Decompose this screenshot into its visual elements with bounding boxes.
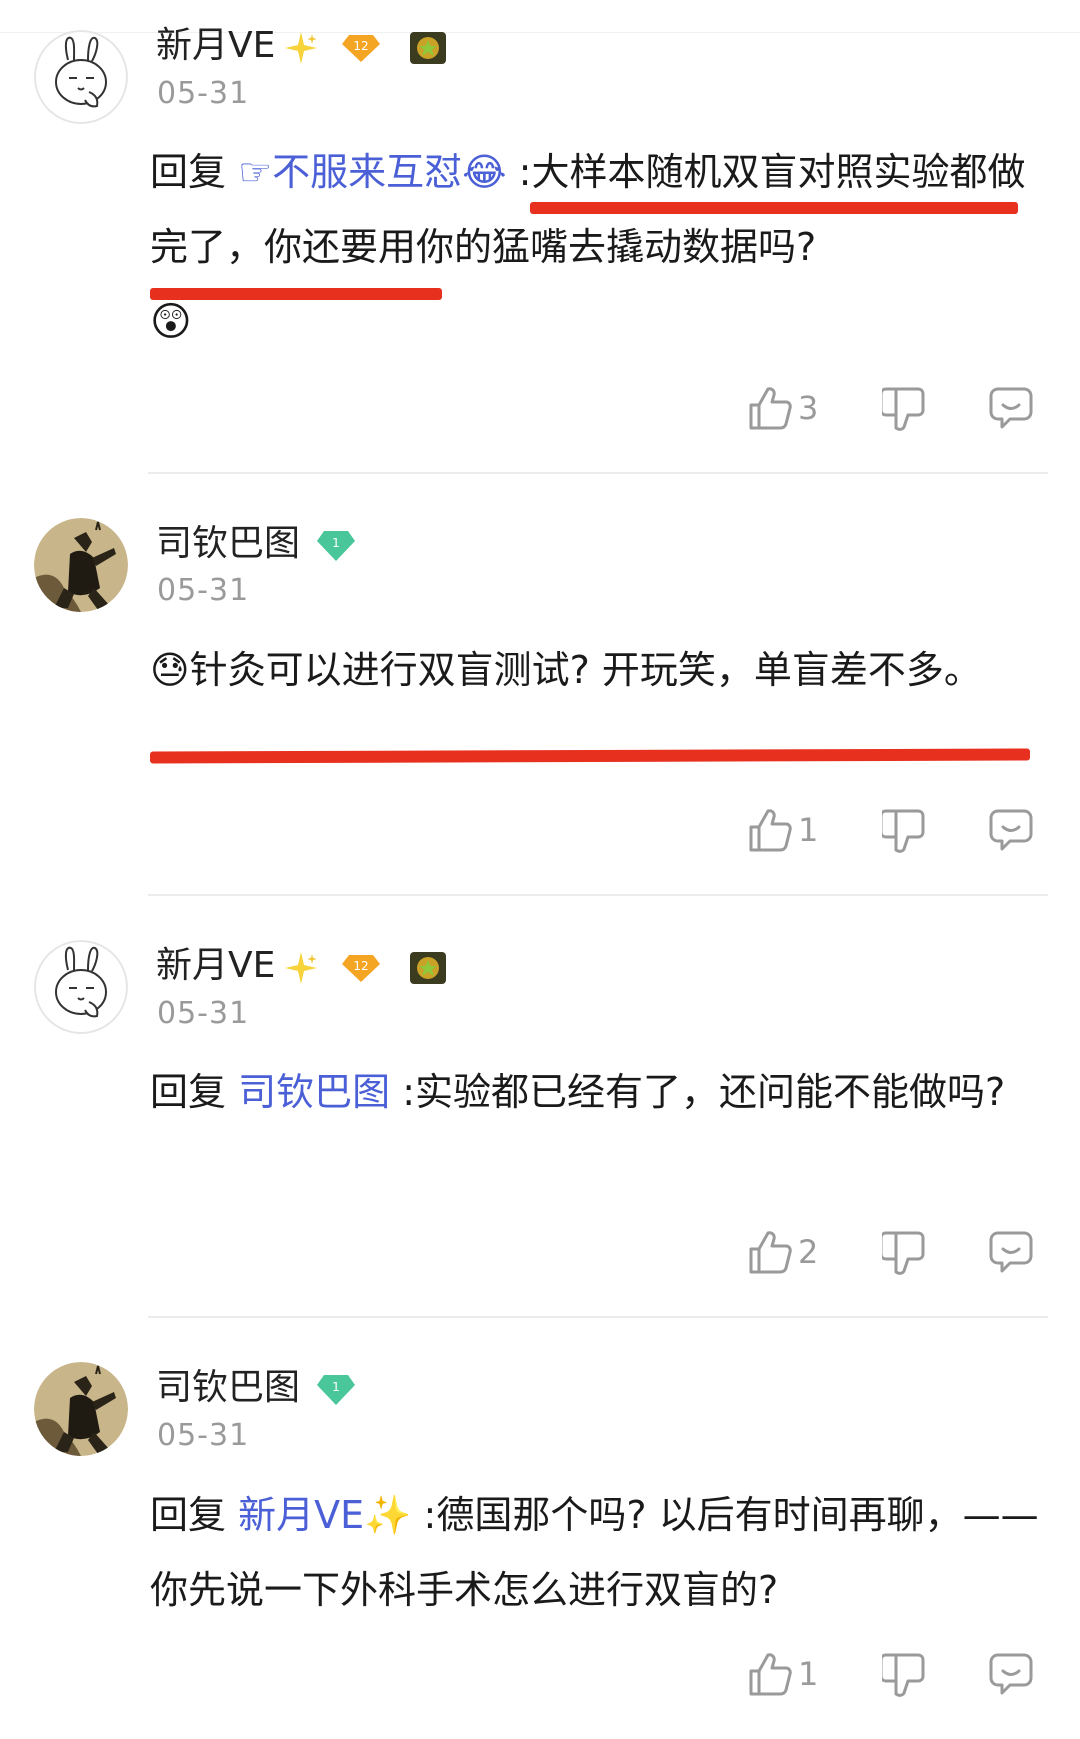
laughing-emoji: 😂: [462, 150, 507, 194]
red-underline: [150, 288, 442, 300]
green-gem-icon: 1: [317, 531, 356, 561]
comment-date: 05-31: [157, 1418, 250, 1453]
like-button[interactable]: 1: [748, 1644, 818, 1704]
mention-link[interactable]: ☞不服来互怼😂: [238, 150, 506, 194]
comment-date: 05-31: [157, 573, 250, 608]
like-button[interactable]: 3: [748, 378, 818, 438]
like-count: 1: [798, 811, 819, 849]
like-button[interactable]: 1: [748, 800, 818, 860]
comment-text: 回复 新月VE✨ :德国那个吗? 以后有时间再聊，——你先说一下外科手术怎么进行…: [150, 1493, 1039, 1612]
comment-text: 回复 ☞不服来互怼😂 :大样本随机双盲对照实验都做完了，你还要用你的猛嘴去撬动数…: [150, 150, 1026, 345]
svg-text:12: 12: [353, 959, 368, 973]
avatar[interactable]: [34, 518, 128, 612]
username[interactable]: 司钦巴图 1: [156, 522, 356, 567]
thumbs-down-icon: [882, 809, 925, 853]
like-button[interactable]: 2: [748, 1222, 818, 1282]
dislike-button[interactable]: [882, 1644, 926, 1704]
svg-text:1: 1: [332, 536, 340, 550]
comment-date: 05-31: [157, 76, 250, 111]
dislike-button[interactable]: [882, 1222, 926, 1282]
avatar[interactable]: [34, 1362, 128, 1456]
comment-divider: [148, 1316, 1048, 1318]
thumbs-up-icon: [749, 1653, 792, 1696]
comment-bubble-icon: [989, 1231, 1033, 1273]
comment-bubble-icon: [989, 809, 1033, 851]
username[interactable]: 司钦巴图 1: [156, 1366, 356, 1411]
comment-text: 回复 司钦巴图 :实验都已经有了，还问能不能做吗?: [150, 1070, 1006, 1114]
thumbs-down-icon: [882, 1653, 925, 1697]
red-underline: [530, 202, 1018, 214]
reply-button[interactable]: [988, 1644, 1034, 1704]
like-count: 3: [798, 389, 819, 427]
level-diamond-icon: 12: [341, 35, 380, 62]
rabbit-avatar-icon: [34, 940, 128, 1034]
thumbs-up-icon: [749, 1231, 792, 1274]
comment-bubble-icon: [989, 387, 1033, 429]
warrior-avatar-icon: [34, 1362, 128, 1456]
reply-button[interactable]: [988, 378, 1034, 438]
comment-date: 05-31: [157, 996, 250, 1031]
green-gem-icon: 1: [317, 1375, 356, 1405]
reply-button[interactable]: [988, 1222, 1034, 1282]
like-count: 2: [798, 1233, 819, 1271]
dislike-button[interactable]: [882, 378, 926, 438]
sweat-emoji: 😓: [150, 648, 190, 692]
red-underline: [149, 748, 1031, 764]
sparkle-icon: [285, 952, 318, 984]
avatar[interactable]: [34, 30, 128, 124]
svg-text:1: 1: [332, 1380, 340, 1394]
comment-text: 😓针灸可以进行双盲测试? 开玩笑，单盲差不多。: [150, 648, 982, 692]
username[interactable]: 新月VE 12: [156, 24, 448, 69]
comment-actions: 2: [0, 1222, 1080, 1282]
mention-link[interactable]: 新月VE✨: [238, 1493, 411, 1537]
thumbs-down-icon: [882, 1231, 925, 1275]
comment-actions: 3: [0, 378, 1080, 438]
comment-divider: [148, 472, 1048, 474]
mention-link[interactable]: 司钦巴图: [238, 1070, 390, 1114]
thumbs-up-icon: [749, 387, 792, 430]
medal-icon: [410, 952, 447, 984]
sparkle-emoji: ✨: [364, 1493, 412, 1537]
comment-actions: 1: [0, 800, 1080, 860]
rabbit-avatar-icon: [34, 30, 128, 124]
warrior-avatar-icon: [34, 518, 128, 612]
like-count: 1: [798, 1655, 819, 1693]
avatar[interactable]: [34, 940, 128, 1034]
thumbs-up-icon: [749, 809, 792, 852]
sparkle-icon: [285, 32, 318, 64]
comment-thread: 新月VE 12 05-31 回复 ☞不服来互怼😂 :大样本随机双盲对照实验都做完…: [0, 0, 1080, 1739]
reply-button[interactable]: [988, 800, 1034, 860]
medal-icon: [410, 32, 447, 64]
dislike-button[interactable]: [882, 800, 926, 860]
thumbs-down-icon: [882, 387, 925, 431]
comment-bubble-icon: [989, 1653, 1033, 1695]
comment-actions: 1: [0, 1644, 1080, 1704]
username[interactable]: 新月VE 12: [156, 944, 448, 989]
level-diamond-icon: 12: [341, 955, 380, 982]
comment-divider: [148, 894, 1048, 896]
svg-text:12: 12: [353, 39, 368, 53]
surprised-emoji: 😲: [150, 299, 192, 345]
